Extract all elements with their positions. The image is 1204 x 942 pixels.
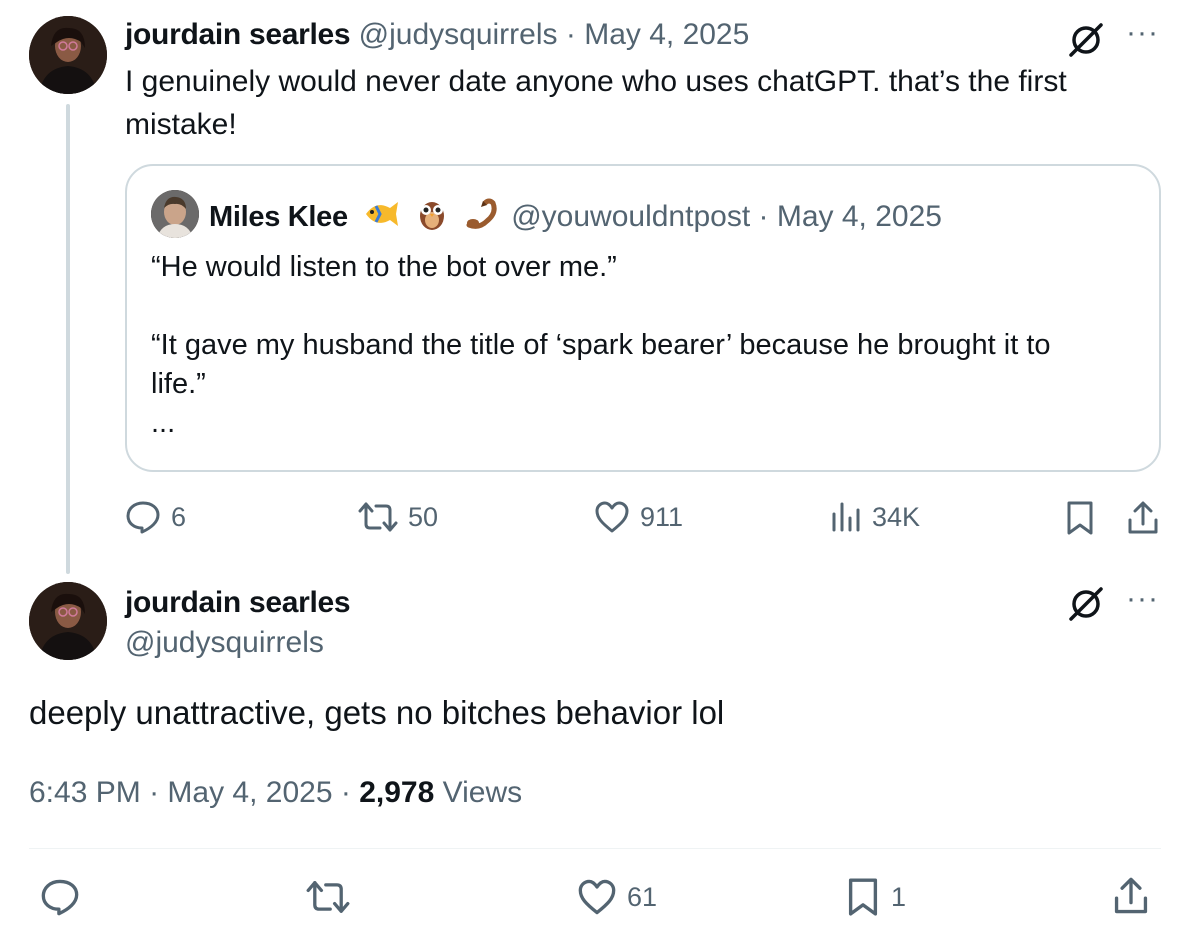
like-count: 911	[640, 501, 684, 532]
quoted-ellipsis: ...	[151, 407, 176, 439]
views-icon	[830, 500, 862, 534]
reply-button[interactable]: 6	[125, 500, 186, 534]
tweet-date[interactable]: May 4, 2025	[584, 18, 749, 51]
reply-icon	[125, 500, 161, 534]
bookmark-icon	[845, 876, 881, 918]
retweet-count: 50	[408, 501, 439, 532]
bookmark-icon[interactable]	[1064, 500, 1096, 536]
quoted-text: “He would listen to the bot over me.” “I…	[151, 248, 1141, 443]
avatar[interactable]	[29, 582, 107, 660]
display-name[interactable]: jourdain searles	[125, 18, 351, 51]
quoted-display-name[interactable]: Miles Klee	[209, 201, 348, 233]
separator: ·	[340, 776, 351, 809]
separator: ·	[149, 776, 160, 809]
quoted-tweet-header: Miles Klee @youwouldntpost · May 4, 2025	[209, 196, 942, 240]
more-icon[interactable]: ···	[1126, 582, 1159, 616]
separator: ·	[565, 18, 576, 51]
views-count: 2,978	[359, 776, 435, 809]
parent-tweet-header: jourdain searles @judysquirrels · May 4,…	[125, 18, 749, 52]
views-label: Views	[442, 776, 523, 809]
like-count: 61	[627, 881, 658, 912]
reply-count: 6	[171, 501, 187, 532]
owl-emoji	[415, 196, 449, 240]
avatar[interactable]	[29, 16, 107, 94]
bookmark-count: 1	[891, 881, 907, 912]
quoted-text-line: life.”	[151, 368, 206, 400]
retweet-button[interactable]: 50	[358, 500, 438, 534]
like-button[interactable]: 61	[577, 878, 657, 916]
views-button[interactable]: 34K	[830, 500, 920, 534]
quoted-avatar[interactable]	[151, 190, 199, 238]
tweet-text-line: I genuinely would never date anyone who …	[125, 65, 1067, 98]
like-button[interactable]: 911	[594, 500, 683, 534]
quoted-text-line: “It gave my husband the title of ‘spark …	[151, 329, 1051, 361]
grok-icon[interactable]	[1066, 584, 1106, 624]
like-icon	[577, 878, 617, 916]
quoted-text-line: “He would listen to the bot over me.”	[151, 251, 617, 283]
tweet-meta: 6:43 PM · May 4, 2025 · 2,978 Views	[29, 776, 522, 810]
scorpion-emoji	[463, 197, 503, 239]
retweet-button[interactable]	[306, 878, 350, 916]
fish-emoji	[362, 198, 400, 238]
tweet-date[interactable]: May 4, 2025	[167, 776, 332, 809]
retweet-icon	[306, 878, 350, 916]
reply-icon	[40, 878, 80, 916]
handle[interactable]: @judysquirrels	[359, 18, 558, 51]
more-icon[interactable]: ···	[1126, 16, 1159, 50]
quoted-date[interactable]: May 4, 2025	[777, 200, 942, 233]
like-icon	[594, 500, 630, 534]
tweet-text-line: mistake!	[125, 108, 237, 141]
tweet-text: I genuinely would never date anyone who …	[125, 60, 1165, 146]
display-name[interactable]: jourdain searles	[125, 586, 351, 620]
views-count: 34K	[872, 501, 921, 532]
tweet-time[interactable]: 6:43 PM	[29, 776, 141, 809]
grok-icon[interactable]	[1066, 20, 1106, 60]
retweet-icon	[358, 500, 398, 534]
share-icon[interactable]	[1126, 500, 1160, 536]
separator: ·	[758, 199, 769, 233]
reply-button[interactable]	[40, 878, 80, 916]
main-tweet-text: deeply unattractive, gets no bitches beh…	[29, 694, 725, 731]
thread-line	[66, 104, 70, 574]
share-icon[interactable]	[1112, 876, 1150, 916]
bookmark-button[interactable]: 1	[845, 876, 906, 918]
handle[interactable]: @judysquirrels	[125, 626, 324, 660]
divider	[29, 848, 1161, 849]
quoted-handle[interactable]: @youwouldntpost	[511, 200, 750, 233]
quoted-tweet[interactable]: Miles Klee @youwouldntpost · May 4, 2025…	[125, 164, 1161, 472]
